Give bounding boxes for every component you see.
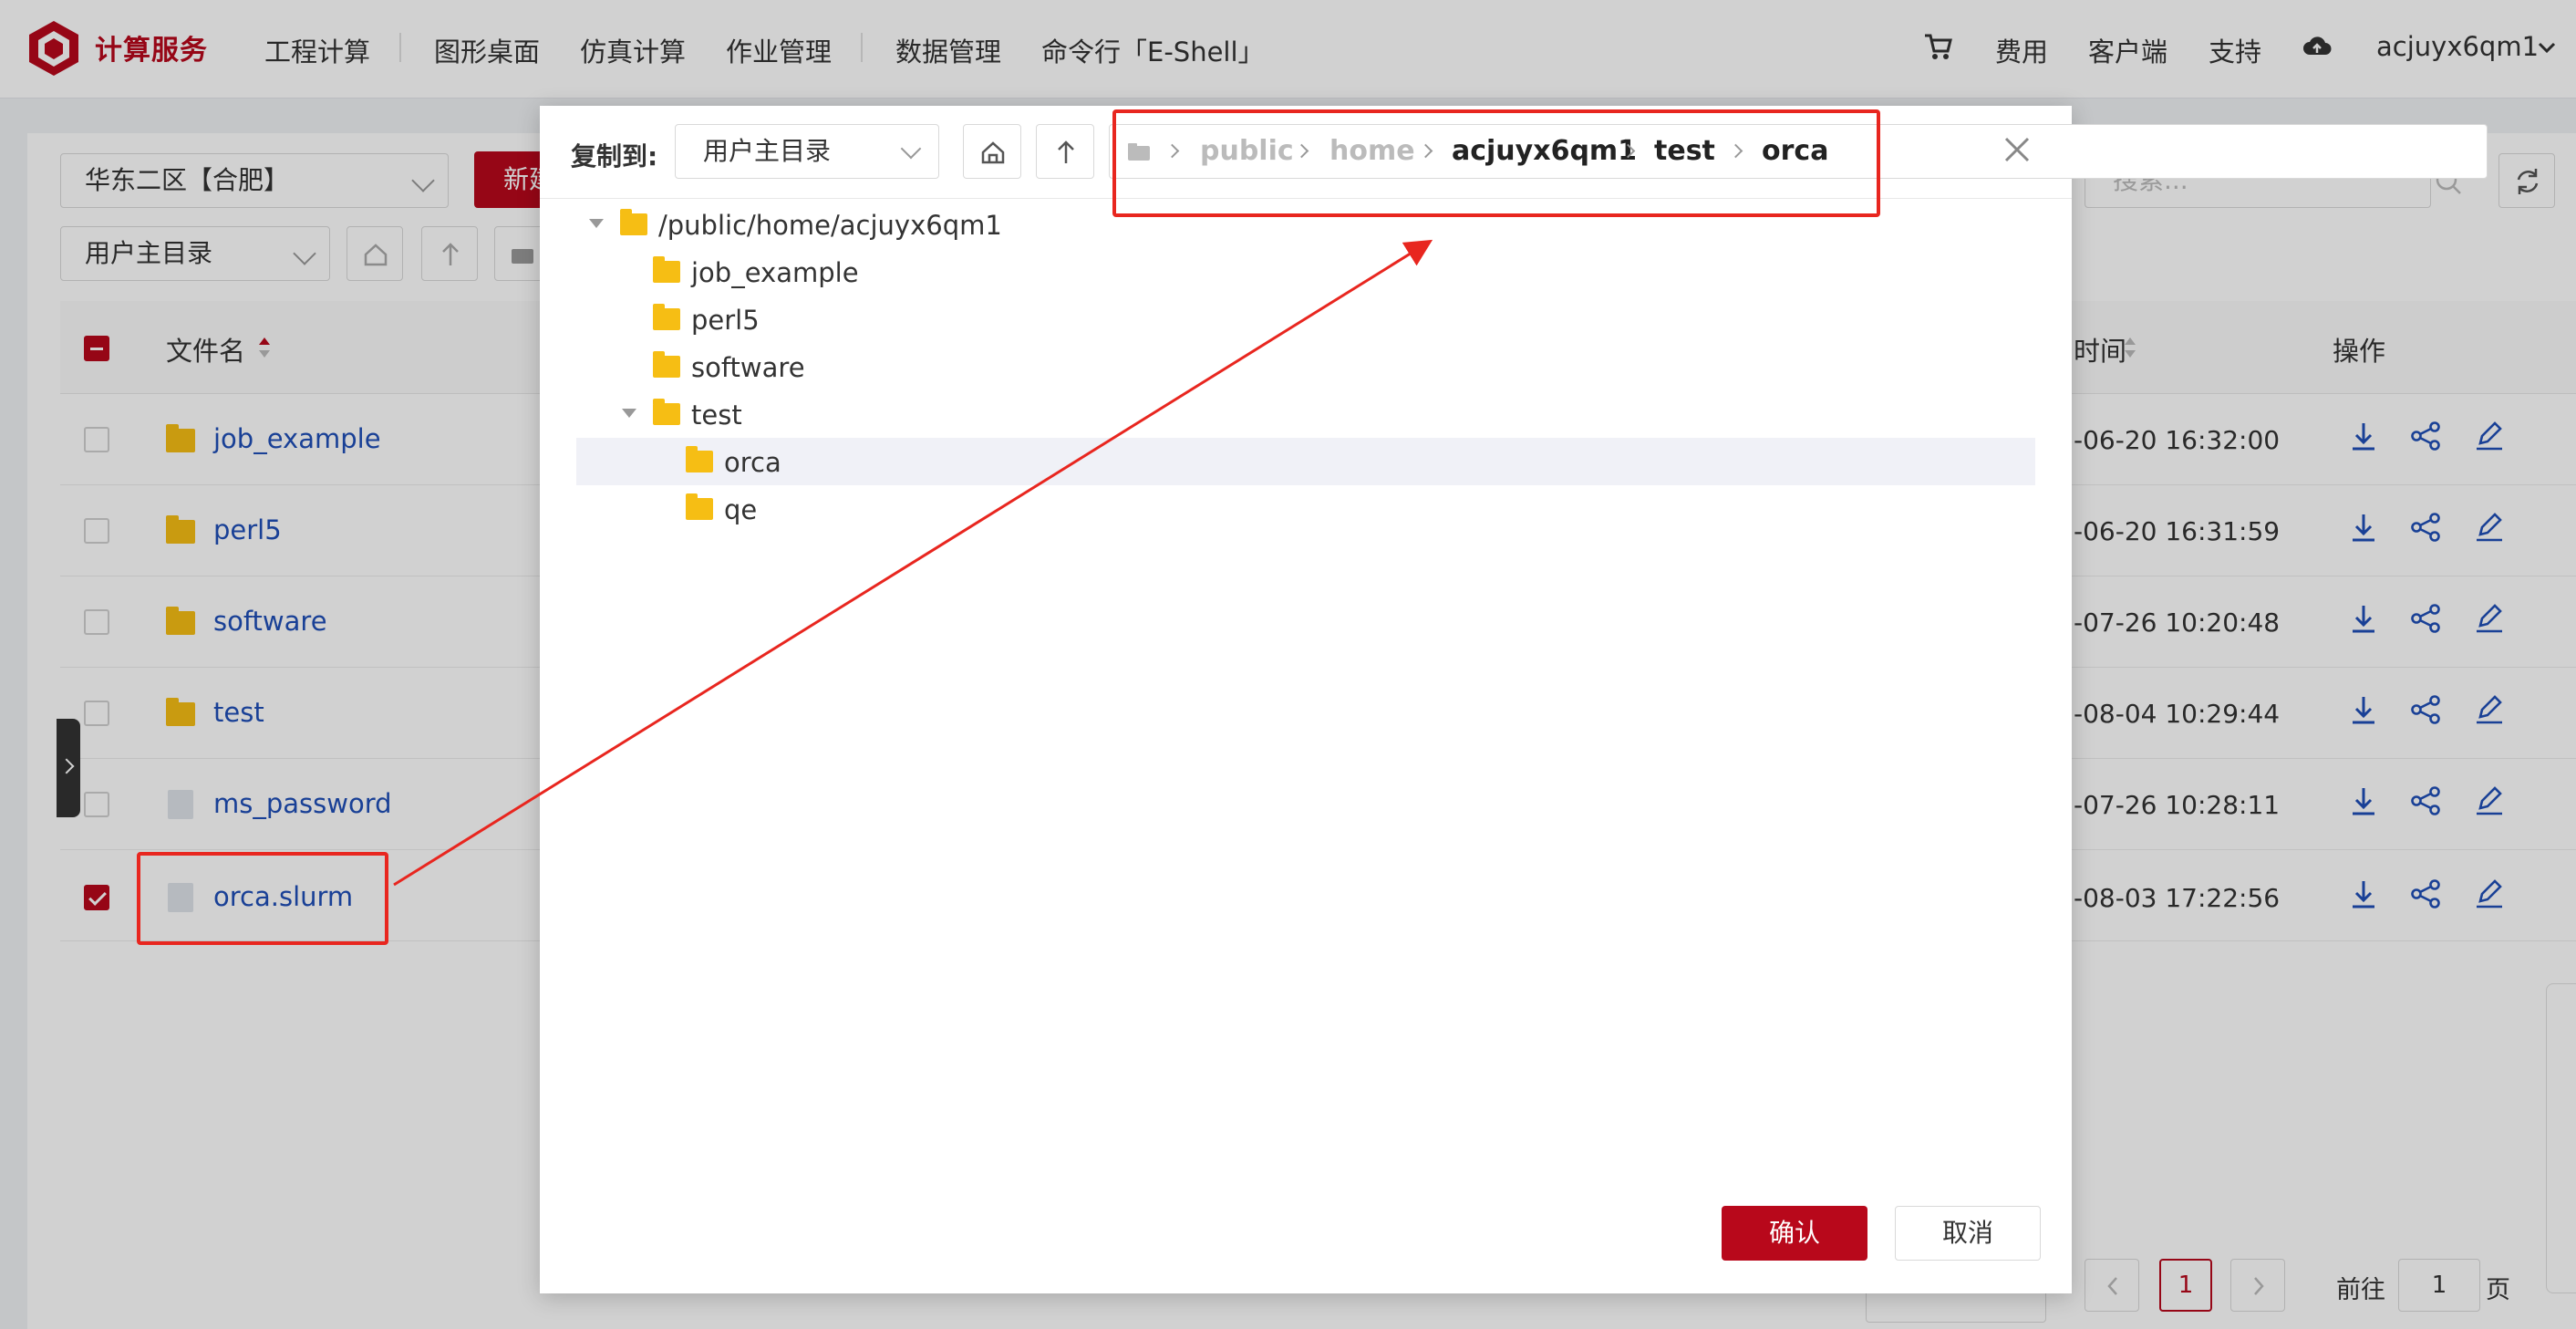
tree-node-selected[interactable]: orca xyxy=(576,438,2035,485)
caret-down-icon[interactable] xyxy=(589,219,604,228)
annotation-highlight-source xyxy=(137,852,388,945)
tree-node[interactable]: job_example xyxy=(576,248,2035,296)
dialog-directory-select[interactable]: 用户主目录 xyxy=(675,124,939,179)
dialog-up-level-button[interactable] xyxy=(1036,124,1094,179)
chevron-down-icon xyxy=(900,138,922,160)
tree-node-label: /public/home/acjuyx6qm1 xyxy=(658,210,1002,241)
folder-icon xyxy=(620,209,647,235)
folder-icon xyxy=(686,446,713,472)
folder-icon xyxy=(653,399,680,425)
tree-node-label: qe xyxy=(724,494,758,525)
tree-node[interactable]: qe xyxy=(576,485,2035,533)
tree-node[interactable]: perl5 xyxy=(576,296,2035,343)
tree-node[interactable]: software xyxy=(576,343,2035,390)
folder-icon xyxy=(653,304,680,330)
folder-icon xyxy=(686,493,713,520)
tree-node[interactable]: test xyxy=(576,390,2035,438)
folder-icon xyxy=(653,256,680,283)
tree-node-label: job_example xyxy=(691,257,859,288)
copy-to-dialog: 复制到: 用户主目录 public home acjuyx6qm1 test o… xyxy=(540,106,2488,1293)
annotation-highlight-target xyxy=(1112,109,1880,217)
close-icon[interactable] xyxy=(1999,131,2035,168)
confirm-button[interactable]: 确认 xyxy=(1722,1206,1867,1261)
dialog-home-button[interactable] xyxy=(963,124,1021,179)
arrow-up-icon xyxy=(1058,140,1074,163)
tree-node-label: test xyxy=(691,400,742,431)
folder-icon xyxy=(653,351,680,378)
caret-down-icon[interactable] xyxy=(622,409,636,418)
cancel-button[interactable]: 取消 xyxy=(1895,1206,2041,1261)
tree-node-label: perl5 xyxy=(691,305,760,336)
copy-to-label: 复制到: xyxy=(571,141,658,171)
tree-node-label: orca xyxy=(724,447,781,478)
tree-node-label: software xyxy=(691,352,805,383)
dialog-directory-select-value: 用户主目录 xyxy=(703,136,832,166)
home-icon xyxy=(981,141,1005,164)
